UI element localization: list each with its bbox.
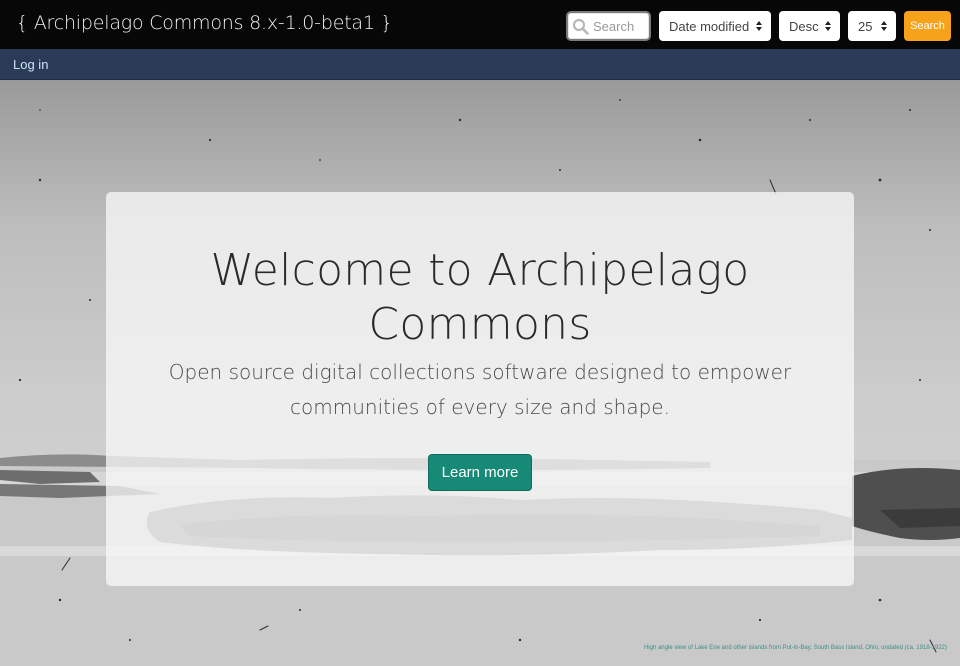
search-field[interactable] [566,11,651,41]
welcome-card: Welcome to Archipelago Commons Open sour… [106,192,854,586]
learn-more-button[interactable]: Learn more [428,454,532,491]
search-button[interactable]: Search [904,11,951,41]
updown-caret-icon [881,21,887,31]
updown-caret-icon [825,21,831,31]
nav-bar: Log in [0,49,960,80]
hero-title: Welcome to Archipelago Commons [210,245,750,350]
top-bar: { Archipelago Commons 8.x-1.0-beta1 } Da… [0,0,960,49]
sort-by-value: Date modified [669,18,750,34]
search-icon [572,18,589,35]
site-title[interactable]: { Archipelago Commons 8.x-1.0-beta1 } [16,12,393,34]
sort-order-select[interactable]: Desc [779,11,840,41]
image-caption: High angle view of Lake Erie and other i… [643,645,947,651]
updown-caret-icon [756,21,762,31]
items-per-page-value: 25 [858,18,873,34]
search-input[interactable] [593,18,649,34]
items-per-page-select[interactable]: 25 [848,11,896,41]
sort-by-select[interactable]: Date modified [659,11,771,41]
sort-order-value: Desc [789,18,819,34]
hero-tagline: Open source digital collections software… [168,360,792,419]
login-link[interactable]: Log in [13,57,48,72]
